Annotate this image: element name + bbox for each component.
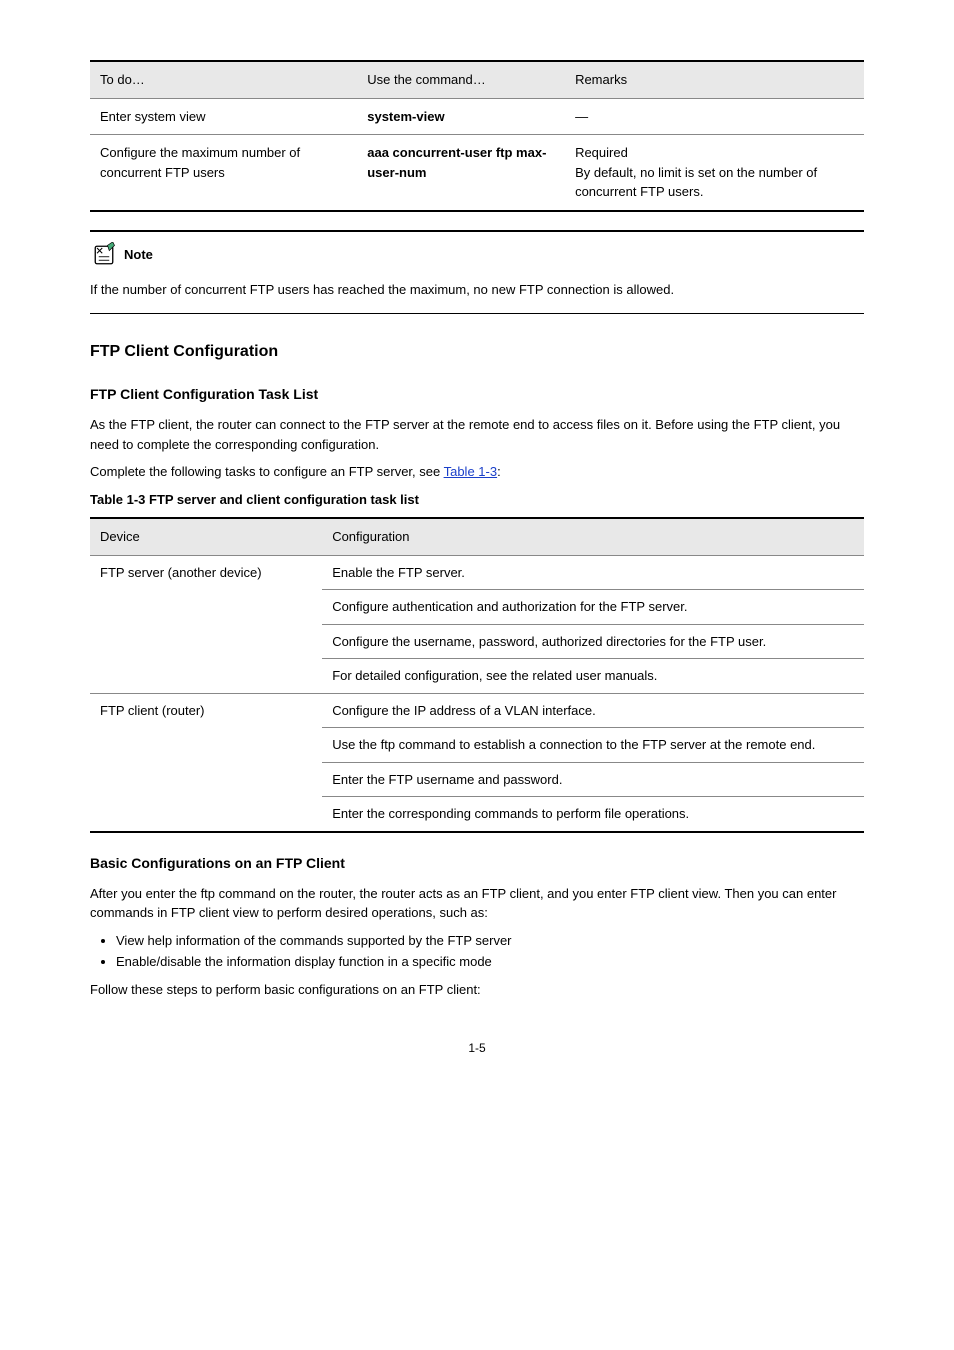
paragraph: Follow these steps to perform basic conf… xyxy=(90,980,864,1000)
list-item: View help information of the commands su… xyxy=(116,931,864,951)
note-text: If the number of concurrent FTP users ha… xyxy=(90,280,864,300)
col-remarks: Remarks xyxy=(565,61,864,98)
subsection-heading: Basic Configurations on an FTP Client xyxy=(90,853,864,874)
text-fragment: Complete the following tasks to configur… xyxy=(90,464,444,479)
divider xyxy=(90,313,864,314)
page-number: 1-5 xyxy=(90,1039,864,1057)
cell-config: Enable the FTP server. xyxy=(322,555,864,590)
paragraph: As the FTP client, the router can connec… xyxy=(90,415,864,454)
note-block: Note xyxy=(90,242,864,268)
cell-config: Configure the username, password, author… xyxy=(322,624,864,659)
cell-command: system-view xyxy=(357,98,565,135)
table-ref-link[interactable]: Table 1-3 xyxy=(444,464,497,479)
cell-config: Configure the IP address of a VLAN inter… xyxy=(322,693,864,728)
paragraph: Complete the following tasks to configur… xyxy=(90,462,864,482)
cell-todo: Enter system view xyxy=(90,98,357,135)
cell-remarks: — xyxy=(565,98,864,135)
table-row: Enter system view system-view — xyxy=(90,98,864,135)
cell-device: FTP server (another device) xyxy=(90,555,322,693)
cell-todo: Configure the maximum number of concurre… xyxy=(90,135,357,211)
cell-device: FTP client (router) xyxy=(90,693,322,832)
table-caption: Table 1-3 FTP server and client configur… xyxy=(90,490,864,510)
table-row: Configure the maximum number of concurre… xyxy=(90,135,864,211)
cell-config: Use the ftp command to establish a conne… xyxy=(322,728,864,763)
cell-config: Enter the FTP username and password. xyxy=(322,762,864,797)
bullet-list: View help information of the commands su… xyxy=(116,931,864,972)
note-label: Note xyxy=(124,245,153,265)
col-todo: To do… xyxy=(90,61,357,98)
text-fragment: : xyxy=(497,464,501,479)
col-device: Device xyxy=(90,518,322,555)
col-config: Configuration xyxy=(322,518,864,555)
subsection-heading: FTP Client Configuration Task List xyxy=(90,384,864,405)
cell-config: For detailed configuration, see the rela… xyxy=(322,659,864,694)
cell-command: aaa concurrent-user ftp max-user-num xyxy=(357,135,565,211)
divider xyxy=(90,230,864,232)
note-icon xyxy=(90,242,118,268)
task-list-table: Device Configuration FTP server (another… xyxy=(90,517,864,833)
cell-remarks: Required By default, no limit is set on … xyxy=(565,135,864,211)
cell-config: Enter the corresponding commands to perf… xyxy=(322,797,864,832)
config-table: To do… Use the command… Remarks Enter sy… xyxy=(90,60,864,212)
list-item: Enable/disable the information display f… xyxy=(116,952,864,972)
table-row: FTP client (router) Configure the IP add… xyxy=(90,693,864,728)
section-heading: FTP Client Configuration xyxy=(90,340,864,364)
paragraph: After you enter the ftp command on the r… xyxy=(90,884,864,923)
col-command: Use the command… xyxy=(357,61,565,98)
cell-config: Configure authentication and authorizati… xyxy=(322,590,864,625)
table-row: FTP server (another device) Enable the F… xyxy=(90,555,864,590)
